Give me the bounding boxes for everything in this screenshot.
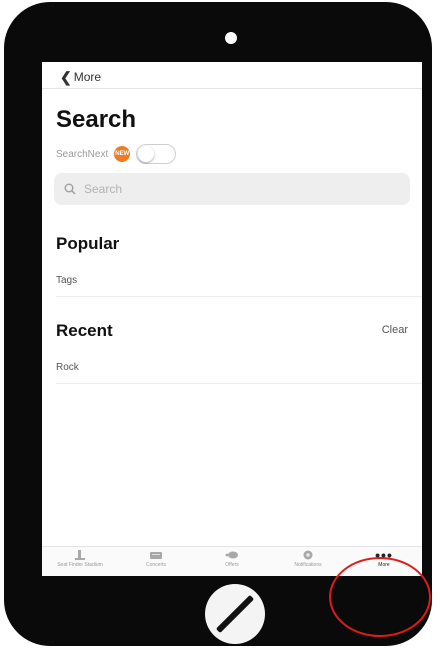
nav-divider [42,88,422,89]
back-label: More [73,70,102,84]
tab-seat-finder[interactable]: Seat Finder Stadium [42,547,118,576]
toggle-knob [138,146,155,162]
searchnext-toggle[interactable] [136,144,177,164]
camera-dot [225,32,237,44]
search-icon [64,183,76,195]
tab-concerts[interactable]: Concerts [118,547,194,576]
popular-heading: Popular [56,234,120,253]
search-bar[interactable] [54,173,410,205]
searchnext-row: SearchNext NEW [56,144,177,164]
tab-label: Offers [225,562,239,568]
tablet-frame: ❮ More Search SearchNext NEW Popular Tag… [4,2,432,646]
tab-label: Seat Finder Stadium [57,562,103,568]
popular-divider [56,296,422,297]
tab-label: Notifications [294,562,322,568]
tab-offers[interactable]: Offers [194,547,270,576]
tab-notifications[interactable]: Notifications [270,547,346,576]
new-badge: NEW [114,146,131,162]
offers-icon [225,551,238,559]
recent-item-rock[interactable]: Rock [56,362,79,373]
ticket-icon [150,552,162,559]
clear-recent-button[interactable]: Clear [382,324,408,336]
back-button[interactable]: ❮ More [60,68,101,86]
page-title: Search [56,106,137,133]
search-input[interactable] [82,181,386,197]
chevron-left-icon: ❮ [60,68,72,85]
recent-heading: Recent [56,321,113,340]
highlight-ring [329,557,431,637]
recent-divider [56,383,422,384]
notification-icon [303,550,313,560]
stadium-icon [75,550,85,560]
tab-label: Concerts [145,562,166,568]
searchnext-label: SearchNext [56,148,109,160]
app-screen: ❮ More Search SearchNext NEW Popular Tag… [42,62,422,576]
popular-item-tags[interactable]: Tags [56,275,77,286]
home-button[interactable] [205,584,265,644]
home-slash-icon [215,594,255,634]
